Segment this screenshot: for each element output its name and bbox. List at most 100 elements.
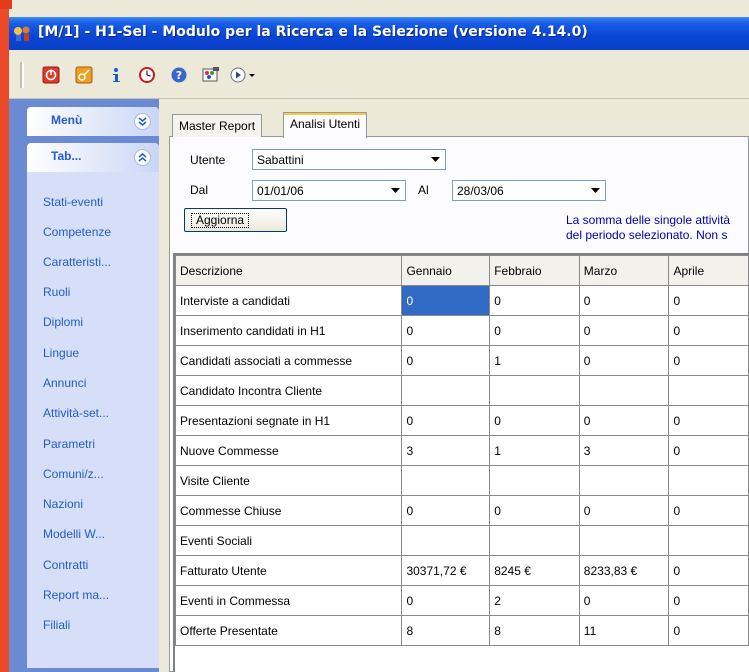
- title-bar[interactable]: [M/1] - H1-Sel - Modulo per la Ricerca e…: [9, 17, 749, 50]
- value-cell[interactable]: 0: [401, 405, 491, 436]
- value-cell[interactable]: 0: [401, 585, 491, 616]
- value-cell[interactable]: [401, 525, 491, 556]
- table-row[interactable]: Interviste a candidati 0 0 0 0: [174, 285, 749, 316]
- value-cell[interactable]: 0: [668, 585, 749, 616]
- chevron-down-icon[interactable]: [587, 182, 604, 199]
- value-cell[interactable]: 0: [668, 615, 749, 646]
- value-cell[interactable]: 0: [668, 315, 749, 346]
- row-label-cell[interactable]: Interviste a candidati: [174, 285, 403, 316]
- value-cell[interactable]: [668, 525, 749, 556]
- chevron-down-icon[interactable]: [427, 151, 444, 168]
- sidebar-item-competenze[interactable]: Competenze: [43, 225, 139, 239]
- table-row[interactable]: Eventi Sociali: [174, 525, 749, 556]
- sidebar-tab-header[interactable]: Tab...: [27, 143, 159, 172]
- tab-analisi-utenti[interactable]: Analisi Utenti: [283, 112, 368, 138]
- value-cell[interactable]: 0: [668, 405, 749, 436]
- value-cell[interactable]: 8: [489, 615, 580, 646]
- sidebar-item-modelli[interactable]: Modelli W...: [43, 527, 139, 541]
- value-cell[interactable]: 0: [489, 405, 580, 436]
- table-row[interactable]: Fatturato Utente 30371,72 €8245 €8233,83 …: [174, 555, 749, 586]
- value-cell[interactable]: 0: [668, 435, 749, 466]
- dal-date-picker[interactable]: 01/01/06: [252, 180, 406, 201]
- value-cell[interactable]: [578, 465, 670, 496]
- table-row[interactable]: Nuove Commesse 3 1 3 0: [174, 435, 749, 466]
- value-cell[interactable]: 1: [489, 435, 580, 466]
- utente-select[interactable]: Sabattini: [252, 149, 446, 170]
- sidebar-item-contratti[interactable]: Contratti: [43, 558, 139, 572]
- play-dropdown-icon[interactable]: [227, 63, 261, 87]
- table-row[interactable]: Inserimento candidati in H1 0 0 0 0: [174, 315, 749, 346]
- value-cell[interactable]: 0: [401, 345, 491, 376]
- paint-icon[interactable]: [199, 63, 223, 87]
- value-cell[interactable]: 0: [578, 345, 670, 376]
- column-header[interactable]: Marzo: [578, 255, 670, 286]
- table-row[interactable]: Commesse Chiuse 0 0 0 0: [174, 495, 749, 526]
- sidebar-item-comuni[interactable]: Comuni/z...: [43, 467, 139, 481]
- table-row[interactable]: Offerte Presentate 8 8 11 0: [174, 615, 749, 646]
- sidebar-item-diplomi[interactable]: Diplomi: [43, 315, 139, 329]
- chevron-down-icon[interactable]: [134, 113, 151, 130]
- value-cell[interactable]: 0: [401, 495, 491, 526]
- value-cell[interactable]: 0: [578, 585, 670, 616]
- column-header[interactable]: Gennaio: [401, 255, 491, 286]
- value-cell[interactable]: 0: [489, 495, 580, 526]
- table-row[interactable]: Candidati associati a commesse 0 1 0 0: [174, 345, 749, 376]
- table-row[interactable]: Visite Cliente: [174, 465, 749, 496]
- value-cell[interactable]: 1: [489, 345, 580, 376]
- value-cell[interactable]: [668, 465, 749, 496]
- value-cell[interactable]: 8: [401, 615, 491, 646]
- value-cell[interactable]: [401, 465, 491, 496]
- help-icon[interactable]: ?: [167, 63, 191, 87]
- tab-master-report[interactable]: Master Report: [172, 114, 263, 137]
- value-cell[interactable]: [489, 465, 580, 496]
- sidebar-item-annunci[interactable]: Annunci: [43, 376, 139, 390]
- chevron-up-icon[interactable]: [134, 149, 151, 166]
- value-cell[interactable]: [578, 525, 670, 556]
- row-label-cell[interactable]: Eventi Sociali: [174, 525, 403, 556]
- column-header[interactable]: Aprile: [668, 255, 749, 286]
- value-cell[interactable]: 0: [578, 405, 670, 436]
- sidebar-item-stati-eventi[interactable]: Stati-eventi: [43, 195, 139, 209]
- clock-icon[interactable]: [135, 63, 159, 87]
- value-cell[interactable]: 2: [489, 585, 580, 616]
- column-header[interactable]: Descrizione: [174, 255, 403, 286]
- value-cell[interactable]: 0: [668, 285, 749, 316]
- table-row[interactable]: Presentazioni segnate in H1 0 0 0 0: [174, 405, 749, 436]
- chevron-down-icon[interactable]: [387, 182, 404, 199]
- value-cell[interactable]: [489, 375, 580, 406]
- value-cell[interactable]: 11: [578, 615, 670, 646]
- power-icon[interactable]: [39, 63, 63, 87]
- row-label-cell[interactable]: Fatturato Utente: [174, 555, 403, 586]
- row-label-cell[interactable]: Visite Cliente: [174, 465, 403, 496]
- value-cell[interactable]: 3: [401, 435, 491, 466]
- value-cell[interactable]: 0: [578, 285, 670, 316]
- sidebar-item-filiali[interactable]: Filiali: [43, 618, 139, 632]
- aggiorna-button[interactable]: Aggiorna: [184, 208, 287, 232]
- toolbar-grip[interactable]: [20, 62, 24, 88]
- row-label-cell[interactable]: Offerte Presentate: [174, 615, 403, 646]
- sidebar-item-report[interactable]: Report ma...: [43, 588, 139, 602]
- row-label-cell[interactable]: Candidati associati a commesse: [174, 345, 403, 376]
- row-label-cell[interactable]: Inserimento candidati in H1: [174, 315, 403, 346]
- table-row[interactable]: Candidato Incontra Cliente: [174, 375, 749, 406]
- value-cell[interactable]: 30371,72 €: [401, 555, 491, 586]
- value-cell[interactable]: 0: [578, 315, 670, 346]
- value-cell[interactable]: [668, 375, 749, 406]
- row-label-cell[interactable]: Eventi in Commessa: [174, 585, 403, 616]
- value-cell[interactable]: 0: [401, 285, 491, 316]
- sidebar-item-lingue[interactable]: Lingue: [43, 346, 139, 360]
- value-cell[interactable]: 0: [668, 345, 749, 376]
- row-label-cell[interactable]: Commesse Chiuse: [174, 495, 403, 526]
- column-header[interactable]: Febbraio: [489, 255, 580, 286]
- sidebar-item-nazioni[interactable]: Nazioni: [43, 497, 139, 511]
- value-cell[interactable]: 0: [489, 315, 580, 346]
- value-cell[interactable]: 0: [668, 555, 749, 586]
- value-cell[interactable]: 8245 €: [489, 555, 580, 586]
- value-cell[interactable]: [578, 375, 670, 406]
- value-cell[interactable]: 0: [578, 495, 670, 526]
- value-cell[interactable]: 3: [578, 435, 670, 466]
- table-row[interactable]: Eventi in Commessa 0 2 0 0: [174, 585, 749, 616]
- row-label-cell[interactable]: Nuove Commesse: [174, 435, 403, 466]
- sidebar-item-caratteristiche[interactable]: Caratteristi...: [43, 255, 139, 269]
- sidebar-item-parametri[interactable]: Parametri: [43, 437, 139, 451]
